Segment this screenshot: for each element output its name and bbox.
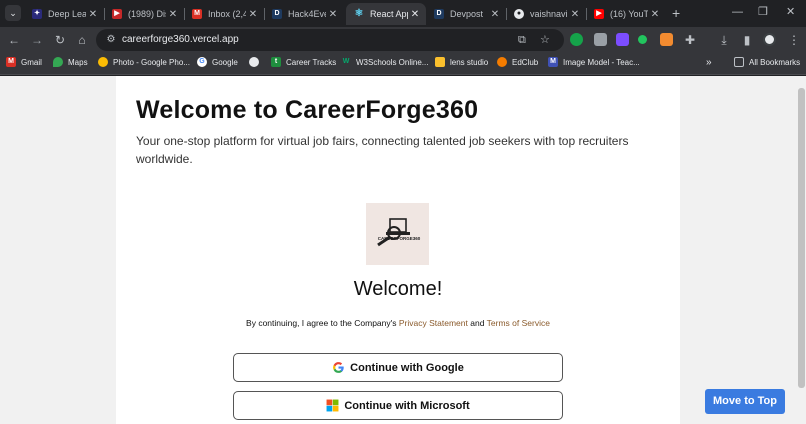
gmail-icon: M (6, 57, 16, 67)
forward-arrow-icon[interactable]: → (29, 32, 45, 48)
extension-icon[interactable] (594, 33, 607, 46)
close-window-icon[interactable]: ✕ (786, 5, 795, 19)
career-tracks-icon: t (271, 57, 281, 67)
grammarly-icon[interactable] (570, 33, 583, 46)
bookmark-star-icon[interactable]: ☆ (540, 33, 550, 47)
tab-title: Hack4Ever (288, 9, 326, 19)
gmail-icon: M (192, 9, 202, 19)
tab-title: vaishnavi (530, 9, 568, 19)
tab-react-app[interactable]: ⚛ React App ✕ (346, 3, 426, 25)
tab-title: Devpost (450, 9, 484, 19)
consent-text: By continuing, I agree to the Company's … (246, 318, 550, 328)
bookmarks-bar: M Gmail Maps Photo - Google Pho... G Googl… (0, 53, 806, 75)
menu-kebab-icon[interactable]: ⋮ (786, 32, 802, 48)
microsoft-icon (326, 399, 339, 412)
continue-with-google-button[interactable]: Continue with Google (233, 353, 563, 382)
bookmark-lens-studio[interactable]: lens studio (435, 57, 488, 67)
home-icon[interactable]: ⌂ (74, 32, 90, 48)
install-app-icon[interactable]: ⧉ (518, 33, 526, 47)
close-icon[interactable]: ✕ (166, 9, 180, 20)
google-icon (333, 362, 344, 373)
page-title: Welcome to CareerForge360 (136, 96, 479, 124)
tab-devpost[interactable]: D Devpost ✕ (426, 3, 506, 25)
download-icon[interactable]: ⤓ (716, 32, 732, 48)
maps-pin-icon (53, 57, 63, 67)
address-bar[interactable]: ⚙ careerforge360.vercel.app ⧉ ☆ (96, 29, 564, 51)
tab-favicon-icon: ▶ (112, 9, 122, 19)
close-icon[interactable]: ✕ (86, 9, 100, 20)
devpost-icon: D (272, 9, 282, 19)
close-icon[interactable]: ✕ (568, 9, 582, 20)
bookmark-gmail[interactable]: M Gmail (6, 57, 42, 67)
browser-toolbar: ← → ↻ ⌂ ⚙ careerforge360.vercel.app ⧉ ☆ … (0, 27, 806, 53)
tab-favicon-icon: ✦ (32, 9, 42, 19)
tab-discord[interactable]: ▶ (1989) Dis ✕ (104, 3, 184, 25)
close-icon[interactable]: ✕ (408, 9, 422, 20)
devpost-icon: D (434, 9, 444, 19)
google-photos-icon (98, 57, 108, 67)
github-icon: ● (514, 9, 524, 19)
metamask-icon[interactable] (660, 33, 673, 46)
bookmark-google-photos[interactable]: Photo - Google Pho... (98, 57, 190, 67)
close-icon[interactable]: ✕ (246, 9, 260, 20)
tab-inbox[interactable]: M Inbox (2,4 ✕ (184, 3, 264, 25)
main-card: Welcome to CareerForge360 Your one-stop … (116, 76, 680, 424)
terms-of-service-link[interactable]: Terms of Service (487, 318, 550, 328)
profile-avatar-icon[interactable] (763, 33, 776, 46)
bookmarks-overflow-chevron-icon[interactable]: » (706, 57, 712, 68)
react-icon: ⚛ (354, 8, 364, 19)
tab-title: Deep Lear (48, 9, 86, 19)
tab-title: (1989) Dis (128, 9, 166, 19)
tab-title: (16) YouTu (610, 9, 648, 19)
bookmark-google[interactable]: G Google (197, 57, 238, 67)
tab-youtube[interactable]: ▶ (16) YouTu ✕ (586, 3, 666, 25)
tab-title: Inbox (2,4 (208, 9, 246, 19)
close-icon[interactable]: ✕ (648, 9, 662, 20)
tab-search-chevron-icon[interactable]: ⌄ (5, 5, 21, 21)
back-arrow-icon[interactable]: ← (6, 32, 22, 48)
welcome-heading: Welcome! (353, 278, 443, 300)
all-bookmarks-button[interactable]: All Bookmarks (734, 57, 800, 67)
globe-icon (249, 57, 259, 67)
minimize-icon[interactable]: — (732, 5, 743, 19)
site-info-icon[interactable]: ⚙ (104, 33, 118, 47)
edclub-icon (497, 57, 507, 67)
w3schools-icon: W (342, 58, 350, 65)
bookmark-edclub[interactable]: EdClub (497, 57, 538, 67)
continue-with-microsoft-button[interactable]: Continue with Microsoft (233, 391, 563, 420)
maximize-icon[interactable]: ❐ (758, 5, 768, 19)
move-to-top-button[interactable]: Move to Top (705, 389, 785, 414)
extension-icon[interactable] (638, 35, 647, 44)
lens-studio-icon (435, 57, 445, 67)
close-icon[interactable]: ✕ (326, 9, 340, 20)
tab-deep-learning[interactable]: ✦ Deep Lear ✕ (24, 3, 104, 25)
bookmark-image-model[interactable]: M Image Model - Teac... (548, 57, 640, 67)
reload-icon[interactable]: ↻ (52, 32, 68, 48)
tab-strip: ⌄ ✦ Deep Lear ✕ ▶ (1989) Dis ✕ M Inbox (… (0, 0, 806, 27)
scrollbar-thumb[interactable] (798, 88, 805, 388)
folder-icon (734, 57, 744, 67)
youtube-icon: ▶ (594, 9, 604, 19)
url-text[interactable]: careerforge360.vercel.app (122, 34, 239, 45)
bookmark-w3schools[interactable]: W W3Schools Online... (341, 57, 429, 67)
bookmark-maps[interactable]: Maps (53, 57, 88, 67)
page-viewport: Welcome to CareerForge360 Your one-stop … (0, 76, 806, 424)
vertical-scrollbar[interactable] (797, 76, 806, 424)
bookmark-career-tracks[interactable]: t Career Tracks (271, 57, 336, 67)
side-panel-icon[interactable]: ▮ (739, 32, 755, 48)
svg-text:CAREERFORGE360: CAREERFORGE360 (378, 236, 421, 241)
privacy-statement-link[interactable]: Privacy Statement (399, 318, 468, 328)
teachable-machine-icon: M (548, 57, 558, 67)
bookmark-globe[interactable] (249, 57, 264, 67)
tab-title: React App (370, 9, 408, 19)
page-subtitle: Your one-stop platform for virtual job f… (136, 134, 629, 166)
new-tab-plus-icon[interactable]: + (672, 5, 680, 21)
tab-github[interactable]: ● vaishnavi ✕ (506, 3, 586, 25)
extensions-puzzle-icon[interactable]: ✚ (682, 32, 698, 48)
google-icon: G (197, 57, 207, 67)
extension-icon[interactable] (616, 33, 629, 46)
close-icon[interactable]: ✕ (488, 9, 502, 20)
tab-hack4ever[interactable]: D Hack4Ever ✕ (264, 3, 344, 25)
careerforge360-logo: CAREERFORGE360 (366, 203, 429, 265)
